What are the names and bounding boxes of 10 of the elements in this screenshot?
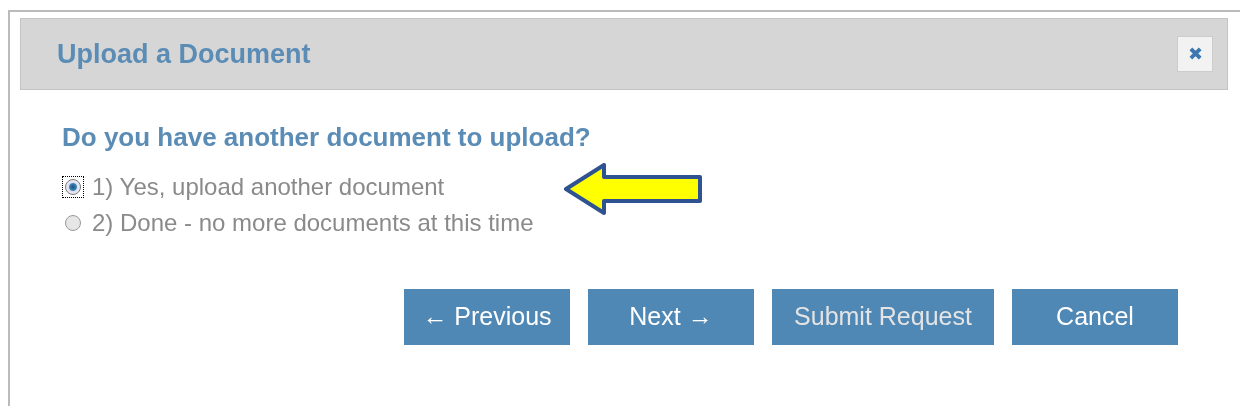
dialog-button[interactable]: Cancel — [1012, 289, 1178, 345]
radio-button[interactable] — [62, 176, 84, 198]
close-button[interactable]: ✖ — [1177, 36, 1213, 72]
question-heading: Do you have another document to upload? — [62, 121, 592, 154]
option-label: 1) Yes, upload another document — [92, 172, 445, 202]
option-label: 2) Done - no more documents at this time — [92, 208, 534, 238]
dialog-button[interactable]: ← Previous — [404, 289, 570, 345]
pointer-arrow-icon — [563, 163, 704, 215]
dialog-title: Upload a Document — [57, 37, 311, 71]
dialog-button[interactable]: Next → — [588, 289, 754, 345]
